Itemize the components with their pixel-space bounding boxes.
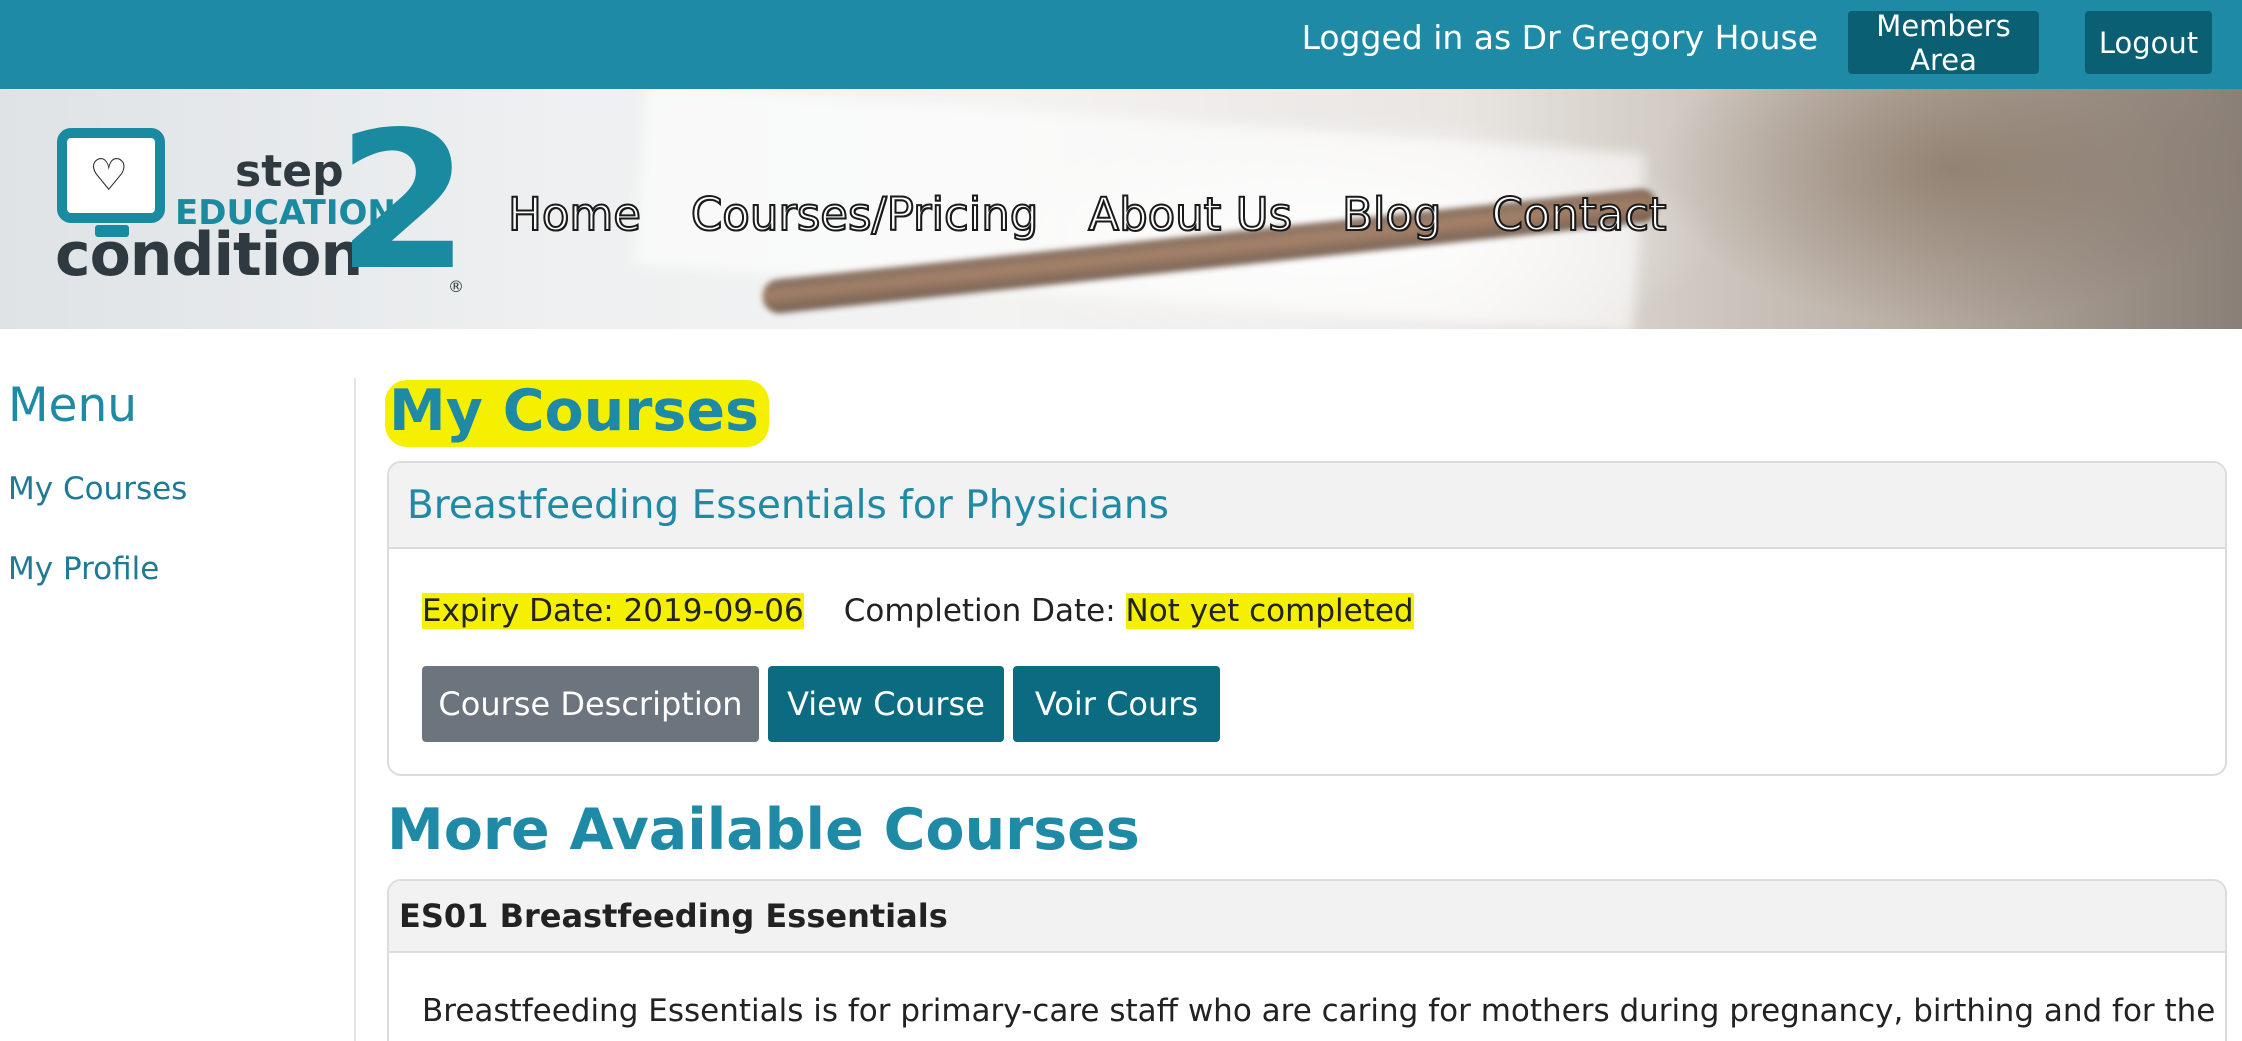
available-course-card: ES01 Breastfeeding Essentials Breastfeed… bbox=[387, 879, 2227, 1041]
course-card-header: Breastfeeding Essentials for Physicians bbox=[389, 463, 2225, 549]
nav-contact[interactable]: Contact bbox=[1490, 187, 1667, 242]
top-bar: Logged in as Dr Gregory House Members Ar… bbox=[0, 0, 2242, 89]
completion-status: Not yet completed bbox=[1125, 593, 1414, 629]
course-meta: Expiry Date: 2019-09-06 Completion Date: … bbox=[422, 593, 1414, 629]
voir-cours-button[interactable]: Voir Cours bbox=[1013, 666, 1220, 742]
main-nav: Home Courses/Pricing About Us Blog Conta… bbox=[507, 187, 1717, 242]
course-description-button[interactable]: Course Description bbox=[422, 666, 759, 742]
nav-courses-pricing[interactable]: Courses/Pricing bbox=[690, 187, 1039, 242]
sidebar-title: Menu bbox=[8, 378, 138, 433]
available-course-title: ES01 Breastfeeding Essentials bbox=[399, 897, 948, 935]
available-course-header: ES01 Breastfeeding Essentials bbox=[389, 881, 2225, 953]
available-course-description: Breastfeeding Essentials is for primary-… bbox=[422, 993, 2216, 1029]
enrolled-course-card: Breastfeeding Essentials for Physicians … bbox=[387, 461, 2227, 776]
heart-icon: ♡ bbox=[89, 150, 129, 201]
logged-in-status: Logged in as Dr Gregory House bbox=[1301, 18, 1818, 57]
logo-word-step: step bbox=[235, 146, 344, 197]
sidebar-divider bbox=[354, 378, 356, 1041]
view-course-button[interactable]: View Course bbox=[768, 666, 1004, 742]
registered-mark: ® bbox=[448, 277, 464, 296]
course-title: Breastfeeding Essentials for Physicians bbox=[407, 482, 1169, 528]
completion-label: Completion Date: bbox=[843, 593, 1116, 629]
sidebar-item-my-courses[interactable]: My Courses bbox=[8, 471, 187, 507]
site-logo[interactable]: ♡ step EDUCATION condition 2 ® bbox=[55, 107, 469, 297]
heart-monitor-icon: ♡ bbox=[57, 128, 165, 223]
page-title: My Courses bbox=[385, 380, 769, 447]
nav-about-us[interactable]: About Us bbox=[1087, 187, 1293, 242]
logo-number-two: 2 bbox=[337, 91, 470, 312]
sidebar-item-my-profile[interactable]: My Profile bbox=[8, 551, 159, 587]
members-area-button[interactable]: Members Area bbox=[1848, 9, 2039, 77]
logout-button[interactable]: Logout bbox=[2085, 11, 2212, 74]
more-courses-heading: More Available Courses bbox=[387, 797, 1140, 863]
nav-blog[interactable]: Blog bbox=[1341, 187, 1442, 242]
expiry-date: Expiry Date: 2019-09-06 bbox=[422, 593, 804, 629]
nav-home[interactable]: Home bbox=[507, 187, 642, 242]
course-actions: Course Description View Course Voir Cour… bbox=[422, 666, 1220, 742]
logo-word-condition: condition bbox=[55, 220, 363, 290]
